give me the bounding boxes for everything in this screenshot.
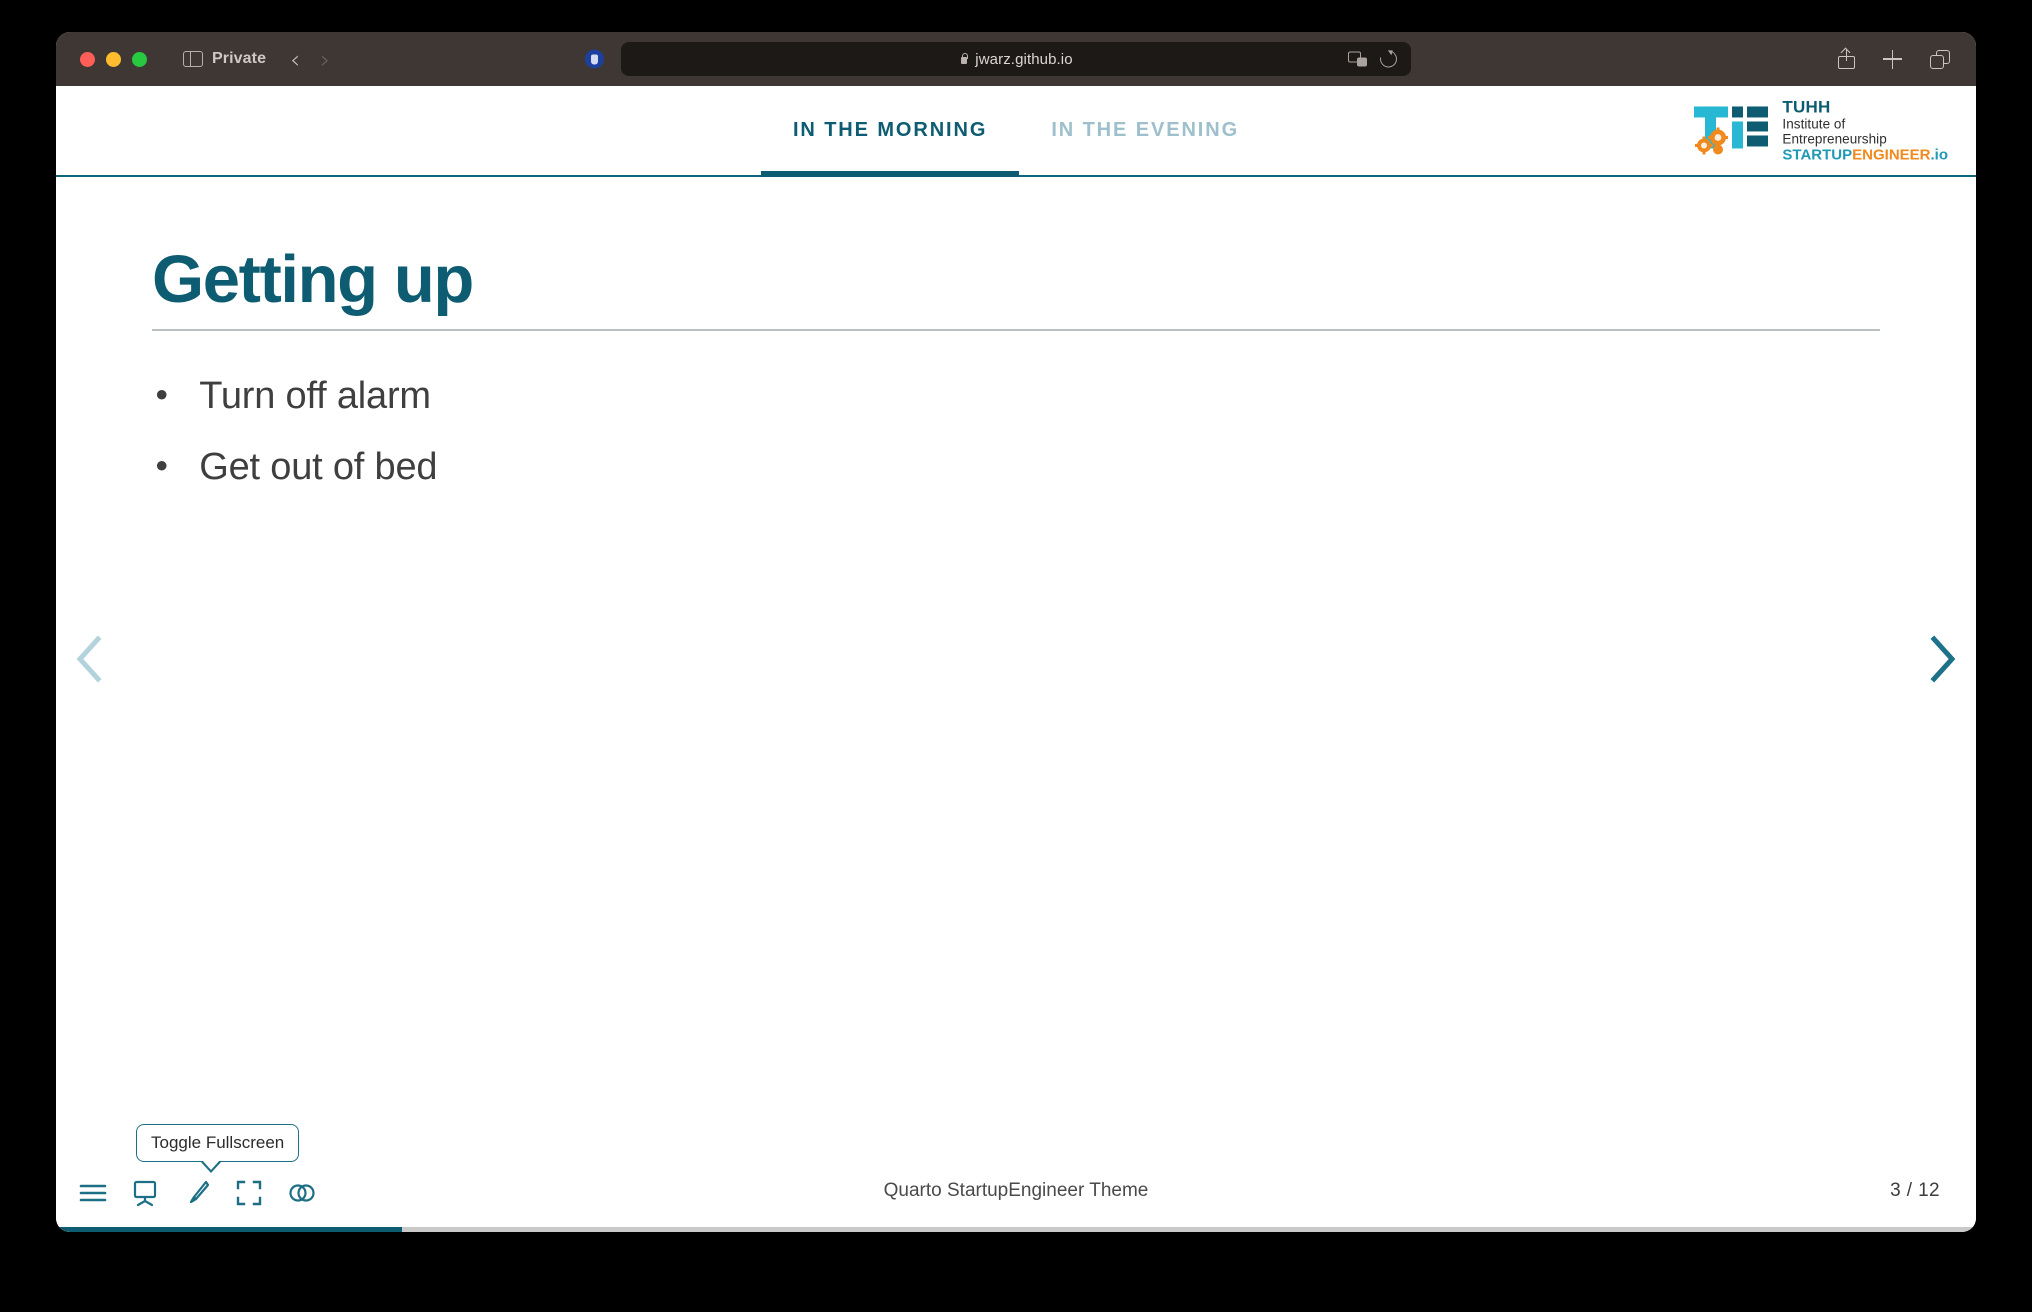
sidebar-toggle-group[interactable]: Private (183, 50, 266, 68)
zoom-window-button[interactable] (132, 51, 147, 67)
section-tab-nav: IN THE MORNING IN THE EVENING (760, 86, 1271, 177)
slide-title: Getting up (152, 242, 474, 317)
brand-logo: TUHH Institute of Entrepreneurship START… (1692, 97, 1948, 164)
logo-startup-part: STARTUP (1782, 146, 1853, 164)
address-bar-actions (1348, 47, 1401, 71)
slide-counter: 3 / 12 (1890, 1180, 1940, 1201)
url-group: jwarz.github.io (959, 50, 1073, 68)
list-item: • Get out of bed (152, 446, 1880, 489)
list-item-text: Turn off alarm (199, 374, 431, 417)
bullet-list: • Turn off alarm • Get out of bed (152, 375, 1880, 489)
browser-nav-arrows: ‹ › (290, 47, 330, 72)
url-text: jwarz.github.io (975, 50, 1073, 68)
browser-window: Private ‹ › jwarz.github.io IN THE MORNI… (56, 32, 1976, 1232)
bullet-marker-icon: • (152, 446, 172, 486)
logo-startupengineer: STARTUPENGINEER.io (1782, 146, 1949, 164)
fullscreen-tooltip: Toggle Fullscreen (136, 1124, 300, 1173)
bullet-marker-icon: • (152, 375, 172, 415)
next-slide-button[interactable] (1916, 629, 1966, 689)
list-item: • Turn off alarm (152, 375, 1880, 418)
logo-tuhh-label: TUHH (1782, 96, 1831, 116)
fullscreen-tooltip-label: Toggle Fullscreen (151, 1133, 285, 1152)
browser-titlebar: Private ‹ › jwarz.github.io (56, 32, 1976, 86)
tab-in-the-evening-label: IN THE EVENING (1051, 119, 1240, 141)
share-icon[interactable] (1838, 47, 1855, 69)
slide-deck-page: IN THE MORNING IN THE EVENING TUHH Insti… (56, 86, 1976, 1232)
forward-button[interactable]: › (320, 47, 330, 72)
privacy-shield-icon[interactable] (585, 49, 604, 69)
tie-monogram-icon (1694, 106, 1769, 155)
logo-line-2: Entrepreneurship (1782, 131, 1887, 147)
plus-icon[interactable] (1883, 49, 1902, 69)
reload-icon[interactable] (1376, 47, 1401, 71)
lock-icon (959, 53, 968, 64)
logo-wordmark: TUHH Institute of Entrepreneurship START… (1782, 97, 1948, 164)
logo-io-part: .io (1930, 146, 1949, 164)
tab-overview-icon[interactable] (1930, 49, 1950, 69)
tab-in-the-morning-label: IN THE MORNING (792, 119, 988, 141)
window-traffic-lights (80, 51, 147, 67)
address-bar[interactable]: jwarz.github.io (621, 42, 1411, 76)
slide-progress-fill (56, 1227, 402, 1232)
list-item-text: Get out of bed (199, 445, 438, 488)
title-divider (152, 329, 1880, 331)
slide-body: Getting up • Turn off alarm • Get out of… (56, 177, 1976, 489)
minimize-window-button[interactable] (106, 51, 121, 67)
browser-toolbar-actions (1838, 47, 1950, 69)
back-button[interactable]: ‹ (290, 47, 300, 72)
address-bar-container: jwarz.github.io (585, 42, 1411, 76)
logo-line-1: Institute of (1782, 116, 1846, 132)
tab-in-the-evening[interactable]: IN THE EVENING (1019, 86, 1271, 175)
slide-header: IN THE MORNING IN THE EVENING TUHH Insti… (56, 86, 1976, 177)
close-window-button[interactable] (80, 51, 95, 67)
private-mode-label: Private (212, 50, 267, 67)
sidebar-icon[interactable] (183, 51, 203, 67)
translate-icon[interactable] (1348, 51, 1367, 67)
tab-in-the-morning[interactable]: IN THE MORNING (760, 86, 1020, 177)
previous-slide-button[interactable] (66, 629, 116, 689)
slide-progress-bar[interactable] (56, 1227, 1976, 1232)
slide-footer-text: Quarto StartupEngineer Theme (883, 1180, 1149, 1201)
logo-engineer-part: ENGINEER (1852, 146, 1931, 164)
